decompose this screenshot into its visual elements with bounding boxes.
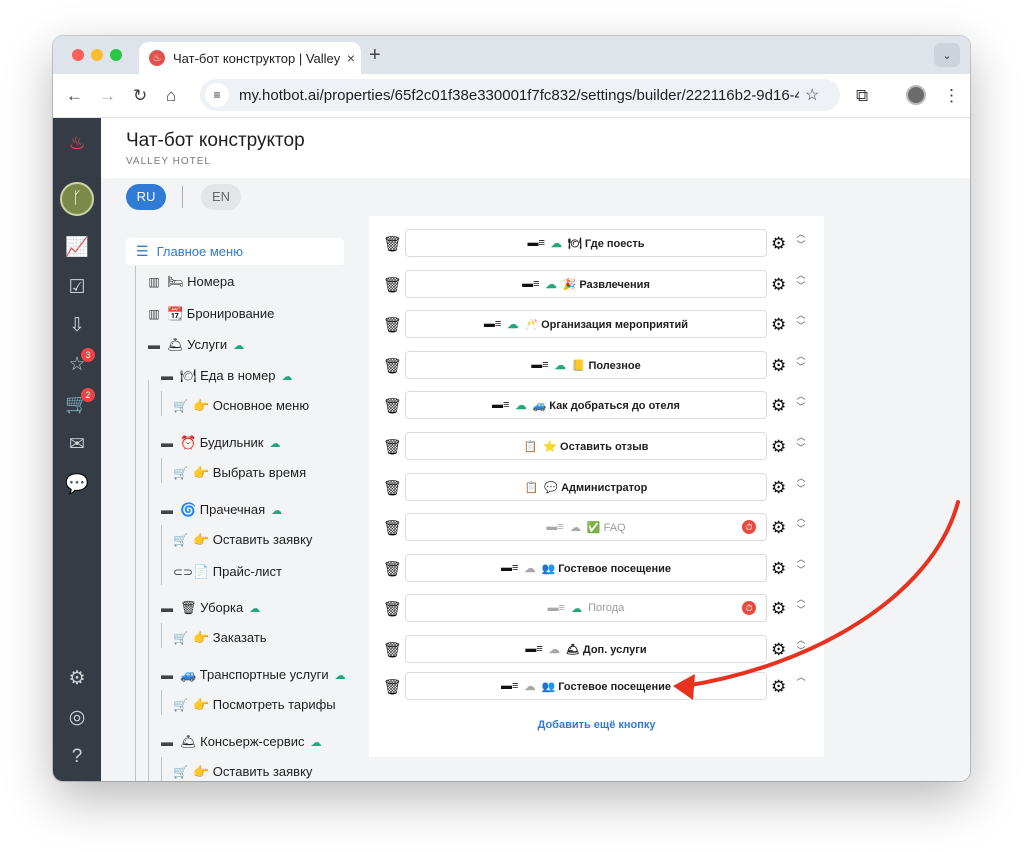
annotation-arrow xyxy=(673,500,960,700)
annotation-arrow-line xyxy=(683,500,960,688)
annotation-arrow-head xyxy=(673,674,695,700)
browser-window: ♨ Чат-бот конструктор | Valley × + ⌄ ← →… xyxy=(53,36,970,781)
